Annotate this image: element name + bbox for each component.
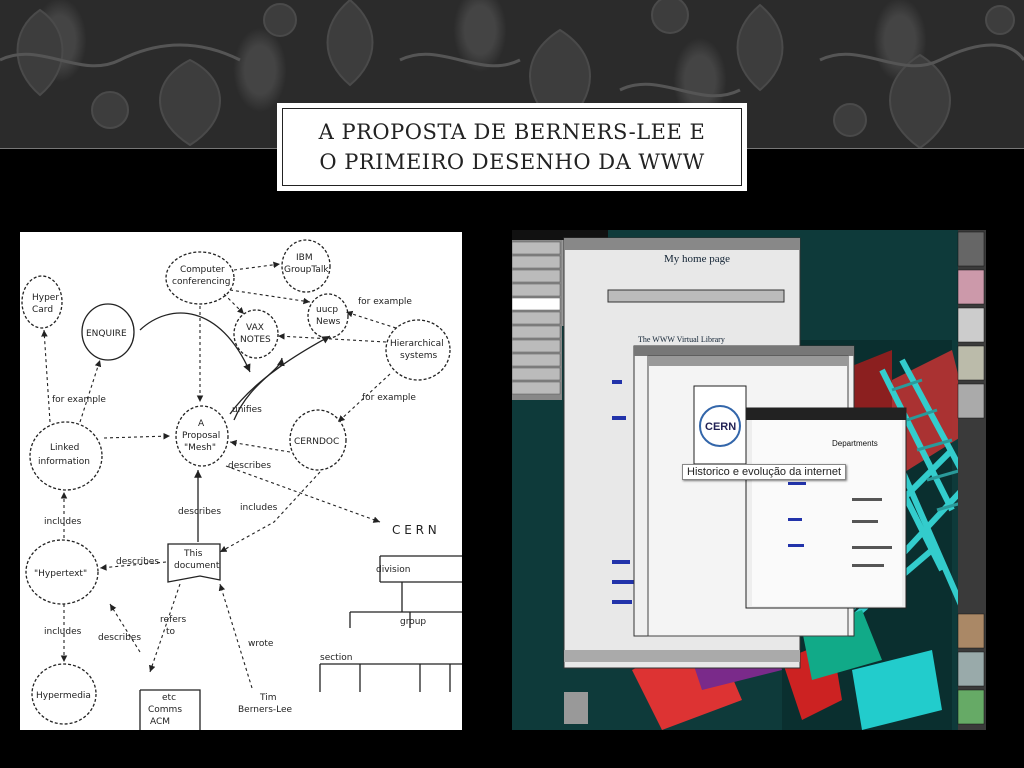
title-box: A PROPOSTA DE BERNERS-LEE E O PRIMEIRO D…	[277, 103, 747, 191]
cern-tree	[319, 555, 462, 692]
edge-describes-2: describes	[178, 507, 221, 517]
label-ibm: IBM	[296, 253, 313, 263]
diagram-svg: IBM GroupTalk Computer conferencing Hype…	[21, 239, 462, 730]
label-news: News	[316, 317, 341, 327]
label-cerndoc: CERNDOC	[294, 437, 339, 447]
mesh-proposal-diagram: IBM GroupTalk Computer conferencing Hype…	[20, 232, 462, 730]
label-information: information	[38, 457, 90, 467]
edge-for-example-3: for example	[52, 395, 106, 405]
slide: A PROPOSTA DE BERNERS-LEE E O PRIMEIRO D…	[0, 0, 1024, 768]
label-mesh: "Mesh"	[184, 443, 216, 453]
label-hierarchical: Hierarchical	[390, 339, 444, 349]
edge-describes-1: describes	[228, 461, 271, 471]
image-tooltip: Historico e evolução da internet	[682, 464, 847, 480]
label-conferencing: conferencing	[172, 277, 230, 287]
label-grouptalk: GroupTalk	[284, 265, 329, 275]
label-acm: ACM	[150, 717, 170, 727]
edge-unifies: unifies	[232, 405, 262, 415]
label-hypermedia: Hypermedia	[36, 691, 91, 701]
cern-logo-text: CERN	[705, 421, 736, 433]
label-uucp: uucp	[316, 305, 338, 315]
node-linked-information	[29, 421, 103, 491]
edge-includes-2: includes	[44, 627, 82, 637]
label-enquire: ENQUIRE	[86, 329, 127, 339]
my-home-page-text: My home page	[664, 253, 730, 265]
label-berners-lee: Berners-Lee	[238, 705, 293, 715]
label-this: This	[183, 549, 203, 559]
edge-describes-3: describes	[116, 557, 159, 567]
label-a: A	[198, 419, 205, 429]
edge-wrote: wrote	[248, 639, 274, 649]
label-cern: C E R N	[392, 523, 437, 537]
edge-describes-ext: describes	[98, 633, 141, 643]
label-document: document	[174, 561, 220, 571]
edge-for-example-1: for example	[358, 297, 412, 307]
edge-includes-1: includes	[44, 517, 82, 527]
label-notes: NOTES	[240, 335, 271, 345]
node-vax-notes	[233, 309, 279, 359]
label-hypertext: "Hypertext"	[34, 569, 87, 579]
departments-window	[745, 407, 907, 609]
edge-includes-3: includes	[240, 503, 278, 513]
label-systems: systems	[400, 351, 438, 361]
node-hierarchical-systems	[385, 319, 451, 381]
slide-title: A PROPOSTA DE BERNERS-LEE E O PRIMEIRO D…	[319, 117, 706, 177]
label-linked: Linked	[50, 443, 79, 453]
label-etc: etc	[162, 693, 176, 703]
label-division: division	[376, 565, 410, 575]
label-tim: Tim	[259, 693, 277, 703]
nextstep-www-screenshot: My home page The WWW Virtual Library CER…	[512, 230, 986, 730]
title-line-1: A PROPOSTA DE BERNERS-LEE E	[318, 120, 706, 144]
label-card: Card	[32, 305, 53, 315]
edge-for-example-2: for example	[362, 393, 416, 403]
edge-refers: refers	[160, 615, 186, 625]
label-vax: VAX	[246, 323, 264, 333]
label-proposal: Proposal	[182, 431, 220, 441]
label-computer: Computer	[180, 265, 225, 275]
title-line-2: O PRIMEIRO DESENHO DA WWW	[319, 150, 705, 174]
label-hyper: Hyper	[32, 293, 59, 303]
label-comms: Comms	[148, 705, 182, 715]
nextstep-svg: My home page The WWW Virtual Library CER…	[512, 230, 986, 730]
label-group: group	[400, 617, 426, 627]
edge-to: to	[166, 627, 176, 637]
virtual-library-text: The WWW Virtual Library	[638, 335, 725, 344]
label-section: section	[320, 653, 352, 663]
node-uucp-news	[307, 293, 349, 339]
departments-text: Departments	[832, 439, 878, 448]
